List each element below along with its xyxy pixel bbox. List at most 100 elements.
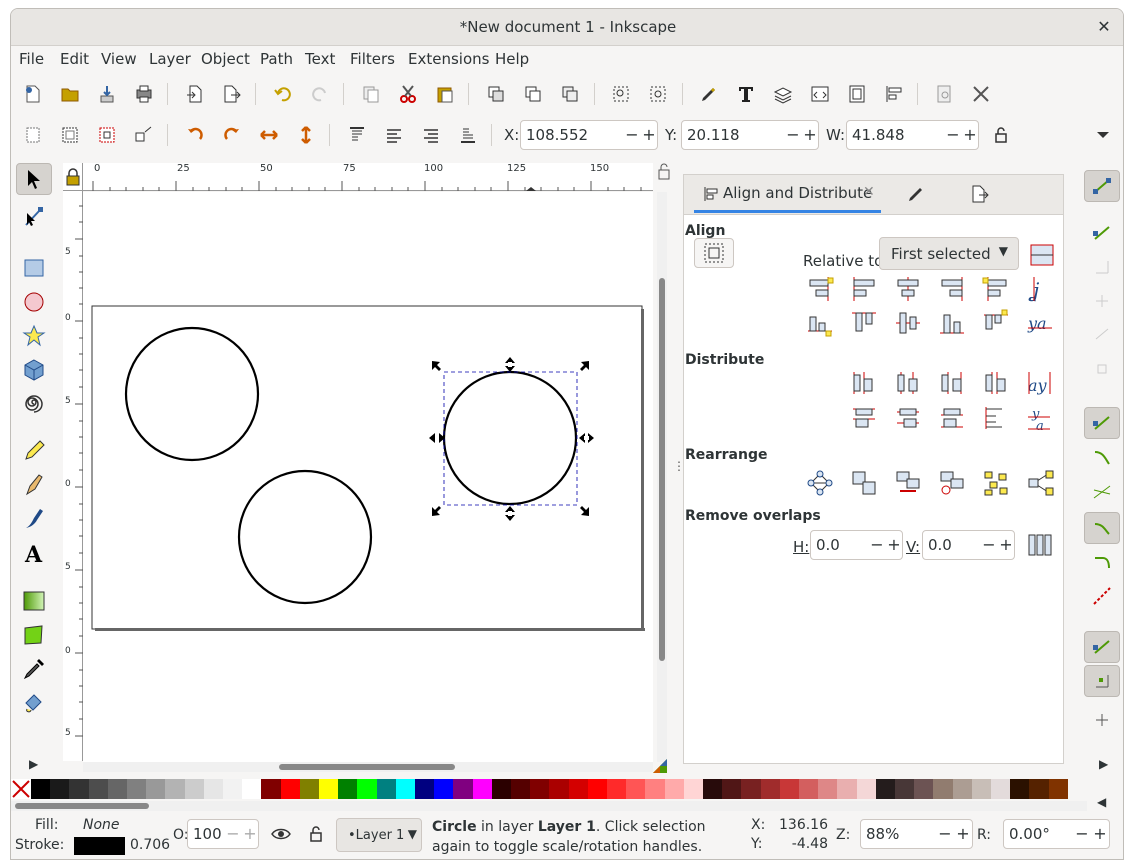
star-tool[interactable] bbox=[16, 320, 52, 352]
color-swatch[interactable] bbox=[31, 779, 51, 799]
color-swatch[interactable] bbox=[971, 779, 991, 799]
toggle-visibility-icon[interactable] bbox=[268, 821, 294, 847]
w-increment[interactable]: + bbox=[961, 121, 979, 149]
v-gap-input[interactable] bbox=[923, 531, 979, 559]
align-bottom-icon[interactable] bbox=[938, 309, 966, 337]
zoom-spinbox[interactable]: − + bbox=[860, 819, 973, 849]
toggle-lock-icon[interactable] bbox=[303, 821, 329, 847]
snap-cusp-nodes-icon[interactable] bbox=[1084, 512, 1120, 544]
w-decrement[interactable]: − bbox=[944, 121, 962, 149]
v-gap-spinbox[interactable]: − + bbox=[922, 530, 1015, 560]
color-swatch[interactable] bbox=[856, 779, 876, 799]
xml-editor-icon[interactable] bbox=[807, 81, 833, 107]
fill-value[interactable]: None bbox=[83, 817, 120, 833]
tab-align-distribute[interactable]: Align and Distribute ✕ bbox=[694, 175, 881, 213]
unlink-clone-icon[interactable] bbox=[557, 81, 583, 107]
h-gap-spinbox[interactable]: − + bbox=[810, 530, 903, 560]
color-swatch[interactable] bbox=[1048, 779, 1068, 799]
canvas[interactable] bbox=[83, 192, 653, 762]
copy-icon[interactable] bbox=[358, 81, 384, 107]
color-swatch[interactable] bbox=[511, 779, 531, 799]
color-swatch[interactable] bbox=[626, 779, 646, 799]
v-gap-increment[interactable]: + bbox=[997, 531, 1015, 559]
distribute-right-edges-icon[interactable] bbox=[938, 369, 966, 397]
save-icon[interactable] bbox=[94, 81, 120, 107]
align-right-to-left-icon[interactable] bbox=[806, 275, 834, 303]
color-swatch[interactable] bbox=[722, 779, 742, 799]
color-swatch[interactable] bbox=[203, 779, 223, 799]
palette-scrollbar[interactable] bbox=[11, 801, 1087, 811]
color-swatch[interactable] bbox=[88, 779, 108, 799]
h-gap-decrement[interactable]: − bbox=[868, 531, 886, 559]
lower-to-bottom-icon[interactable] bbox=[455, 122, 481, 148]
opacity-spinbox[interactable]: − + bbox=[187, 819, 259, 849]
move-as-group-toggle[interactable] bbox=[694, 238, 734, 268]
color-swatch[interactable] bbox=[415, 779, 435, 799]
tools-icon[interactable] bbox=[968, 81, 994, 107]
color-swatch[interactable] bbox=[914, 779, 934, 799]
menu-file[interactable]: File bbox=[19, 50, 44, 68]
export-icon[interactable] bbox=[219, 81, 245, 107]
color-swatch[interactable] bbox=[338, 779, 358, 799]
align-left-icon[interactable] bbox=[850, 275, 878, 303]
snap-others-icon[interactable] bbox=[1084, 631, 1120, 663]
color-swatch[interactable] bbox=[568, 779, 588, 799]
color-swatch[interactable] bbox=[280, 779, 300, 799]
color-swatch[interactable] bbox=[530, 779, 550, 799]
duplicate-icon[interactable] bbox=[483, 81, 509, 107]
menu-edit[interactable]: Edit bbox=[60, 50, 89, 68]
color-management-icon[interactable] bbox=[651, 757, 669, 775]
distribute-centers-v-icon[interactable] bbox=[894, 404, 922, 432]
color-swatch[interactable] bbox=[779, 779, 799, 799]
distribute-centers-h-icon[interactable] bbox=[894, 369, 922, 397]
export-tab-icon[interactable] bbox=[967, 181, 993, 207]
enable-snapping-icon[interactable] bbox=[1084, 170, 1120, 202]
rotation-spinbox[interactable]: − + bbox=[1003, 819, 1110, 849]
w-input[interactable] bbox=[847, 121, 942, 149]
snap-nodes-icon[interactable] bbox=[1084, 407, 1120, 439]
redo-icon[interactable] bbox=[307, 81, 333, 107]
cut-icon[interactable] bbox=[395, 81, 421, 107]
select-all-icon[interactable] bbox=[20, 122, 46, 148]
color-swatch[interactable] bbox=[895, 779, 915, 799]
close-tab-icon[interactable]: ✕ bbox=[863, 184, 875, 200]
distribute-text-anchors-h-icon[interactable]: ay bbox=[1026, 369, 1054, 397]
paste-icon[interactable] bbox=[432, 81, 458, 107]
lower-icon[interactable] bbox=[418, 122, 444, 148]
color-swatch[interactable] bbox=[760, 779, 780, 799]
distribute-gaps-v-icon[interactable] bbox=[982, 404, 1010, 432]
color-swatch[interactable] bbox=[319, 779, 339, 799]
opacity-decrement[interactable]: − bbox=[224, 820, 242, 848]
document-properties-icon[interactable] bbox=[844, 81, 870, 107]
calligraphy-tool[interactable] bbox=[16, 503, 52, 535]
color-swatch[interactable] bbox=[165, 779, 185, 799]
zoom-input[interactable] bbox=[861, 820, 936, 848]
x-decrement[interactable]: − bbox=[623, 121, 641, 149]
color-swatch[interactable] bbox=[645, 779, 665, 799]
distribute-gaps-h-icon[interactable] bbox=[982, 369, 1010, 397]
graph-layout-icon[interactable] bbox=[806, 469, 834, 497]
y-increment[interactable]: + bbox=[801, 121, 819, 149]
distribute-top-edges-icon[interactable] bbox=[850, 404, 878, 432]
color-swatch[interactable] bbox=[607, 779, 627, 799]
x-spinbox[interactable]: − + bbox=[520, 120, 658, 150]
color-swatch[interactable] bbox=[107, 779, 127, 799]
color-swatch[interactable] bbox=[223, 779, 243, 799]
w-spinbox[interactable]: − + bbox=[846, 120, 979, 150]
import-icon[interactable] bbox=[182, 81, 208, 107]
color-swatch[interactable] bbox=[491, 779, 511, 799]
unclump-icon[interactable] bbox=[1026, 469, 1054, 497]
distribute-bottom-edges-icon[interactable] bbox=[938, 404, 966, 432]
distribute-baselines-icon[interactable]: ya bbox=[1026, 404, 1054, 434]
rotation-increment[interactable]: + bbox=[1091, 820, 1109, 848]
text-tool[interactable]: A bbox=[16, 537, 52, 569]
y-input[interactable] bbox=[682, 121, 782, 149]
color-swatch[interactable] bbox=[261, 779, 281, 799]
menu-layer[interactable]: Layer bbox=[149, 50, 191, 68]
color-swatch[interactable] bbox=[434, 779, 454, 799]
print-icon[interactable] bbox=[131, 81, 157, 107]
snap-guides-icon[interactable] bbox=[1084, 700, 1120, 732]
menu-object[interactable]: Object bbox=[201, 50, 250, 68]
color-swatch[interactable] bbox=[1029, 779, 1049, 799]
snap-paths-icon[interactable] bbox=[1084, 442, 1120, 474]
